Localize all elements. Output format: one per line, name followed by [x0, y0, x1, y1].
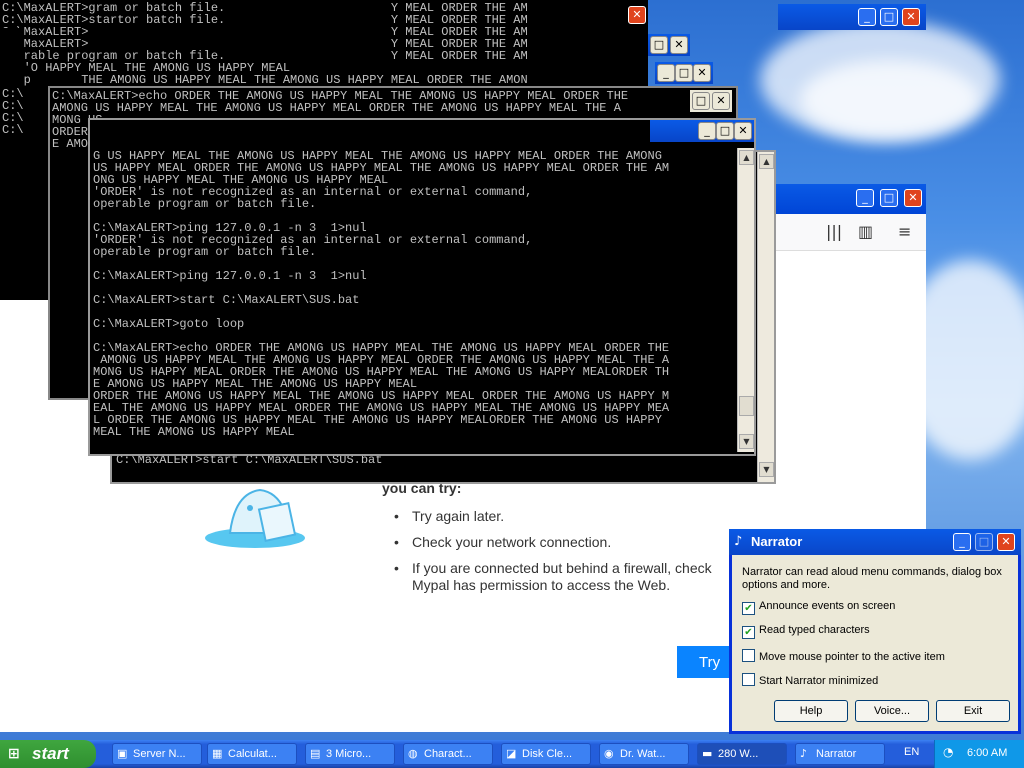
- taskbar-item-calculator[interactable]: ▦ Calculat...: [207, 743, 297, 765]
- console-titlebar[interactable]: □ ✕: [648, 34, 690, 56]
- checkbox-box[interactable]: [742, 649, 755, 662]
- narrator-dialog: ♪ Narrator _ □ ✕ Narrator can read aloud…: [729, 529, 1021, 734]
- language-indicator[interactable]: EN: [904, 746, 919, 758]
- taskbar-item-drwatson[interactable]: ◉ Dr. Wat...: [599, 743, 689, 765]
- scroll-up-icon[interactable]: ▲: [739, 150, 754, 165]
- taskbar-item-diskcleanup[interactable]: ◪ Disk Cle...: [501, 743, 591, 765]
- checkbox-read-typed[interactable]: ✔ Read typed characters: [742, 624, 870, 639]
- console-line: C:\MaxALERT>start C:\MaxALERT\SUS.bat: [93, 293, 360, 307]
- checkbox-box[interactable]: ✔: [742, 602, 755, 615]
- program-group-icon: ▤: [310, 747, 321, 760]
- minimize-icon[interactable]: _: [657, 64, 675, 82]
- console-output: G US HAPPY MEAL THE AMONG US HAPPY MEAL …: [93, 150, 754, 454]
- close-icon[interactable]: ✕: [734, 122, 752, 140]
- maximize-icon: □: [975, 533, 993, 551]
- maximize-icon[interactable]: □: [650, 36, 668, 54]
- close-icon[interactable]: ✕: [670, 36, 688, 54]
- taskbar: ⊞ start ▣ Server N... ▦ Calculat... ▤ 3 Micr…: [0, 740, 1024, 768]
- system-tray: ◔ 6:00 AM: [934, 740, 1024, 768]
- start-button[interactable]: ⊞ start: [0, 740, 96, 768]
- maximize-icon[interactable]: □: [675, 64, 693, 82]
- minimize-icon[interactable]: _: [856, 189, 874, 207]
- close-icon[interactable]: ✕: [902, 8, 920, 26]
- taskbar-item-charmap[interactable]: ◍ Charact...: [403, 743, 493, 765]
- character-map-icon: ◍: [408, 747, 418, 760]
- exit-button[interactable]: Exit: [936, 700, 1010, 722]
- taskbar-item-narrator[interactable]: ♪ Narrator: [795, 743, 885, 765]
- tray-network-icon[interactable]: ◔: [943, 745, 953, 759]
- minimize-icon[interactable]: _: [953, 533, 971, 551]
- list-item: Try again later.: [392, 508, 732, 525]
- mascot-illustration-icon: [205, 488, 305, 548]
- scroll-up-icon[interactable]: ▲: [759, 154, 774, 169]
- scroll-thumb[interactable]: [739, 396, 754, 416]
- close-icon[interactable]: ✕: [712, 92, 730, 110]
- narrator-description: Narrator can read aloud menu commands, d…: [742, 566, 1002, 591]
- clock[interactable]: 6:00 AM: [967, 747, 1007, 759]
- taskbar-item-micro[interactable]: ▤ 3 Micro...: [305, 743, 395, 765]
- console-line: MEAL THE AMONG US HAPPY MEAL: [93, 425, 295, 439]
- list-item: If you are connected but behind a firewa…: [392, 560, 732, 594]
- console-titlebar[interactable]: _ □ ✕: [655, 62, 713, 84]
- console-line: AMONG US HAPPY MEAL THE AMONG US HAPPY M…: [52, 101, 621, 115]
- close-icon[interactable]: ✕: [904, 189, 922, 207]
- checkbox-move-mouse[interactable]: Move mouse pointer to the active item: [742, 649, 945, 663]
- console-window-main: _ □ ✕ G US HAPPY MEAL THE AMONG US HAPPY…: [88, 118, 756, 456]
- maximize-icon[interactable]: □: [716, 122, 734, 140]
- try-again-button[interactable]: Try: [677, 646, 737, 678]
- console-line: operable program or batch file.: [93, 197, 317, 211]
- maximize-icon[interactable]: □: [880, 8, 898, 26]
- checkbox-start-minimized[interactable]: Start Narrator minimized: [742, 673, 878, 687]
- console-line: C:\MaxALERT>ping 127.0.0.1 -n 3 1>nul: [93, 269, 367, 283]
- windows-flag-icon: ⊞: [8, 746, 20, 762]
- taskbar-item-server[interactable]: ▣ Server N...: [112, 743, 202, 765]
- scroll-down-icon[interactable]: ▼: [739, 434, 754, 449]
- console-line: C:\MaxALERT>goto loop: [93, 317, 245, 331]
- console-icon: ▬: [702, 747, 713, 760]
- disk-cleanup-icon: ◪: [506, 747, 517, 760]
- minimize-icon[interactable]: _: [858, 8, 876, 26]
- calculator-icon: ▦: [212, 747, 223, 760]
- sidebar-icon[interactable]: ▥: [858, 222, 873, 241]
- console-output: C:\ C:\ C:\ C:\: [2, 87, 24, 137]
- maximize-icon[interactable]: □: [880, 189, 898, 207]
- scroll-down-icon[interactable]: ▼: [759, 462, 774, 477]
- checkbox-announce-events[interactable]: ✔ Announce events on screen: [742, 600, 895, 615]
- console-scrollbar[interactable]: ▲ ▼: [737, 148, 754, 452]
- help-button[interactable]: Help: [774, 700, 848, 722]
- library-icon[interactable]: |||: [826, 222, 842, 241]
- console-scrollbar[interactable]: ▲ ▼: [757, 152, 774, 482]
- console-line: operable program or batch file.: [93, 245, 317, 259]
- list-item-text: Mypal has permission to access the Web.: [412, 577, 671, 593]
- background-window-titlebar[interactable]: _ □ ✕: [778, 4, 926, 30]
- desktop: _ □ ✕ _ □ ✕ ||| ▥ ≡ you can try: Try aga…: [0, 0, 1024, 740]
- voice-button[interactable]: Voice...: [855, 700, 929, 722]
- close-icon[interactable]: ✕: [628, 6, 646, 24]
- suggestion-list: Try again later. Check your network conn…: [392, 508, 732, 594]
- narrator-app-icon: ♪: [734, 534, 743, 549]
- taskbar-item-console[interactable]: ▬ 280 W...: [697, 743, 787, 765]
- narrator-icon: ♪: [800, 747, 808, 760]
- console-output: C:\MaxALERT>start C:\MaxALERT\SUS.bat: [116, 453, 383, 467]
- maximize-icon[interactable]: □: [692, 92, 710, 110]
- list-item: Check your network connection.: [392, 534, 732, 551]
- dr-watson-icon: ◉: [604, 747, 614, 760]
- menu-icon[interactable]: ≡: [898, 222, 911, 241]
- console-titlebar[interactable]: □ ✕: [690, 90, 732, 112]
- checkbox-box[interactable]: ✔: [742, 626, 755, 639]
- close-icon[interactable]: ✕: [997, 533, 1015, 551]
- console-line: op THE AMONG US HAPPY MEAL THE AMONG US …: [2, 73, 528, 87]
- minimize-icon[interactable]: _: [698, 122, 716, 140]
- console-window-2: C:\ C:\ C:\ C:\: [0, 28, 24, 298]
- list-item-text: If you are connected but behind a firewa…: [412, 560, 712, 576]
- narrator-title: Narrator: [751, 534, 803, 549]
- close-icon[interactable]: ✕: [693, 64, 711, 82]
- server-icon: ▣: [117, 747, 128, 760]
- checkbox-box[interactable]: [742, 673, 755, 686]
- console-titlebar[interactable]: _ □ ✕: [650, 120, 754, 142]
- narrator-titlebar[interactable]: ♪ Narrator _ □ ✕: [729, 529, 1021, 555]
